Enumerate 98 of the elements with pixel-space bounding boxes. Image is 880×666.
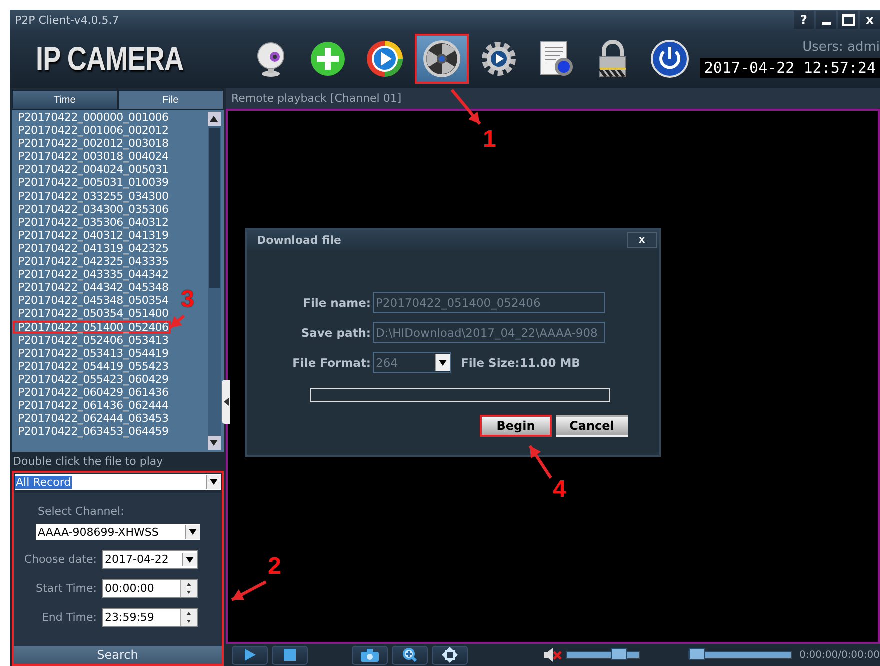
end-time-label: End Time: (40, 611, 97, 624)
file-item[interactable]: P20170422_044342_045348 (13, 281, 171, 294)
tab[interactable]: Time (12, 90, 118, 110)
dropdown-arrow-icon (439, 360, 447, 366)
clock-display: 2017-04-22 12:57:24 (700, 58, 880, 78)
callout-arrow (231, 580, 267, 602)
file-item[interactable]: P20170422_040312_041319 (13, 228, 171, 242)
file-name-label: File name: (302, 296, 371, 310)
file-item[interactable]: P20170422_054419_055423 (13, 360, 171, 373)
fullscreen-icon (442, 647, 458, 663)
channel-dropdown[interactable]: AAAA-908699-XHWSS (36, 524, 200, 540)
power-icon (650, 39, 690, 79)
file-item[interactable]: P20170422_004024_005031 (13, 163, 171, 176)
hint-text: Double click the file to play (12, 454, 164, 470)
user-label: Users: admi (802, 40, 880, 55)
callout-number: 2 (268, 555, 282, 579)
stop-icon (284, 649, 296, 661)
callout-number: 3 (181, 288, 194, 312)
search-button[interactable]: Search (14, 646, 222, 664)
callout-arrow (528, 445, 552, 479)
date-picker[interactable]: 2017-04-22 (102, 550, 198, 569)
file-format-dropdown[interactable]: 264 (373, 352, 451, 373)
plus-icon (308, 39, 348, 79)
camera-icon (360, 648, 379, 662)
spinner-icon[interactable] (180, 609, 197, 626)
file-name-field[interactable]: P20170422_051400_052406 (373, 292, 605, 313)
spinner-icon[interactable] (180, 580, 197, 597)
file-item[interactable]: P20170422_003018_004024 (13, 150, 171, 164)
file-item[interactable]: P20170422_063453_064459 (13, 425, 171, 438)
file-item[interactable]: P20170422_034300_035306 (13, 202, 171, 216)
help-button[interactable]: ? (794, 11, 814, 29)
snapshot-button[interactable] (352, 646, 388, 664)
logo-text: IP CAMERA (36, 40, 185, 78)
file-item[interactable]: P20170422_043335_044342 (13, 268, 171, 282)
scroll-up-icon[interactable] (208, 112, 221, 126)
callout-number: 4 (553, 478, 566, 502)
file-item[interactable]: P20170422_005031_010039 (13, 176, 171, 190)
file-item[interactable]: P20170422_053413_054419 (13, 346, 171, 360)
callout-arrow (450, 89, 482, 125)
record-type-dropdown[interactable]: All Record (15, 474, 221, 490)
cancel-button[interactable]: Cancel (556, 415, 628, 437)
date-label: Choose date: (23, 553, 97, 566)
zoom-button[interactable] (392, 646, 428, 664)
window-title: P2P Client-v4.0.5.7 (15, 14, 120, 26)
dropdown-arrow-icon (189, 529, 197, 535)
fullscreen-button[interactable] (432, 646, 468, 664)
file-item[interactable]: P20170422_000000_001006 (13, 111, 171, 124)
scroll-down-icon[interactable] (208, 436, 221, 450)
dropdown-arrow-icon (210, 479, 218, 485)
tab[interactable]: File (118, 90, 224, 110)
speaker-icon[interactable] (544, 648, 562, 662)
collapse-handle[interactable] (222, 380, 230, 424)
file-item[interactable]: P20170422_061436_062444 (13, 399, 171, 412)
file-item[interactable]: P20170422_001006_002012 (13, 124, 171, 138)
file-item[interactable]: P20170422_042325_043335 (13, 255, 171, 268)
time-display: 0:00:00/0:00:00 (800, 650, 880, 660)
zoom-in-icon (402, 648, 417, 662)
file-item[interactable]: P20170422_041319_042325 (13, 242, 171, 256)
play-icon (365, 39, 405, 79)
gear-icon (479, 39, 519, 79)
dropdown-arrow-icon (186, 556, 194, 562)
begin-button[interactable]: Begin (480, 415, 552, 437)
callout-number: 1 (483, 128, 496, 152)
file-item[interactable]: P20170422_033255_034300 (13, 190, 171, 203)
file-size-text: File Size:11.00 MB (461, 356, 580, 370)
volume-slider[interactable] (566, 651, 640, 659)
toolbar-button[interactable] (415, 34, 469, 84)
save-path-label: Save path: (300, 326, 371, 340)
file-item[interactable]: P20170422_035306_040312 (13, 216, 171, 229)
close-button[interactable]: x (627, 232, 657, 248)
callout-arrow (169, 314, 185, 330)
file-item[interactable]: P20170422_045348_050354 (13, 294, 171, 308)
playback-title: Remote playback [Channel 01] (226, 88, 880, 109)
film-reel-icon (422, 39, 462, 79)
maximize-button[interactable] (838, 11, 858, 29)
file-item[interactable]: P20170422_051400_052406 (13, 320, 171, 334)
file-item[interactable]: P20170422_062444_063453 (13, 412, 171, 426)
minimize-button[interactable] (816, 11, 836, 29)
start-time-field[interactable]: 00:00:00 (102, 579, 198, 598)
file-item[interactable]: P20170422_055423_060429 (13, 372, 171, 386)
progress-slider[interactable] (688, 651, 792, 659)
file-format-label: File Format: (292, 356, 371, 370)
start-time-label: Start Time: (35, 582, 97, 595)
play-button[interactable] (232, 646, 268, 664)
file-item[interactable]: P20170422_050354_051400 (13, 307, 171, 320)
stop-button[interactable] (272, 646, 308, 664)
slider-thumb[interactable] (688, 648, 705, 660)
close-button[interactable]: x (860, 11, 880, 29)
dialog-title: Download file (257, 234, 342, 246)
play-icon (244, 649, 256, 661)
save-path-field[interactable]: D:\HIDownload\2017_04_22\AAAA-908 (373, 322, 605, 343)
end-time-field[interactable]: 23:59:59 (102, 608, 198, 627)
file-item[interactable]: P20170422_060429_061436 (13, 386, 171, 400)
slider-thumb[interactable] (611, 648, 628, 660)
file-item[interactable]: P20170422_002012_003018 (13, 137, 171, 150)
channel-label: Select Channel: (38, 505, 126, 518)
scrollbar[interactable] (208, 112, 221, 450)
file-item[interactable]: P20170422_052406_053413 (13, 334, 171, 347)
